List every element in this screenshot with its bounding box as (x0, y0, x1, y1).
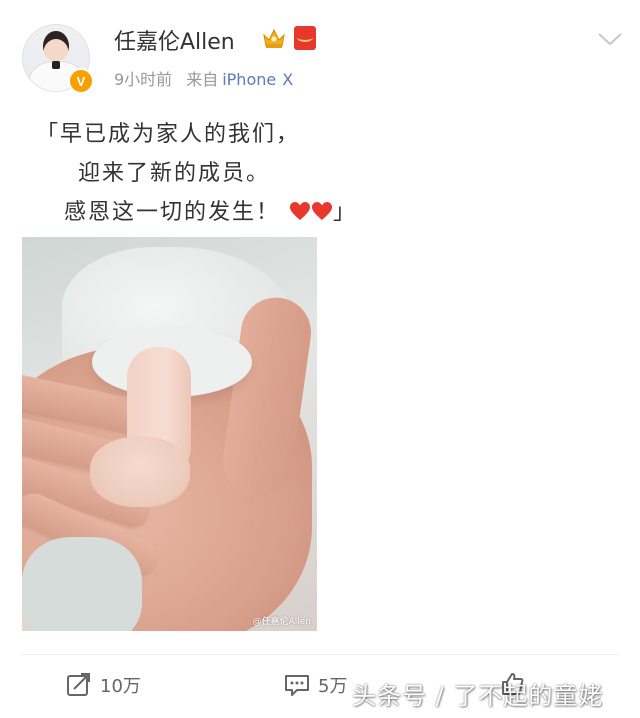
post-meta: 9小时前 来自 iPhone X (114, 66, 293, 90)
username[interactable]: 任嘉伦Allen (114, 24, 235, 56)
device-link[interactable]: iPhone (222, 70, 276, 89)
comment-count: 5万 (318, 676, 348, 697)
device-suffix[interactable]: X (282, 70, 293, 89)
post-line-3-wrap: 感恩这一切的发生！ 」 (64, 194, 357, 226)
verified-badge: V (68, 68, 94, 94)
comment-icon (285, 675, 309, 696)
blanket-corner (22, 537, 142, 631)
overlay-watermark: 头条号 / 了不起的童姥 (352, 682, 604, 710)
heart-icon (312, 202, 333, 220)
chevron-down-icon[interactable] (596, 28, 624, 50)
post-line-4: 」 (333, 200, 358, 225)
repost-icon (67, 673, 90, 696)
source-prefix: 来自 (186, 70, 219, 89)
red-packet-icon[interactable] (294, 26, 316, 50)
comment-button[interactable]: 5万 (284, 672, 347, 698)
heart-icon (290, 202, 311, 220)
avatar-bowtie (52, 61, 60, 69)
image-watermark: @任嘉伦Allen (252, 617, 311, 627)
repost-button[interactable]: 10万 (66, 672, 141, 698)
repost-count: 10万 (100, 676, 141, 697)
baby-fist (90, 437, 190, 507)
avatar-head (43, 31, 69, 61)
post-line-3: 感恩这一切的发生！ (64, 200, 281, 225)
divider (22, 654, 618, 655)
post-image[interactable]: @任嘉伦Allen (22, 237, 317, 631)
post-line-2: 迎来了新的成员。 (78, 161, 271, 186)
post-time: 9小时前 (114, 70, 173, 89)
post-line-1: 「早已成为家人的我们， (36, 122, 301, 147)
crown-icon[interactable] (262, 27, 286, 49)
